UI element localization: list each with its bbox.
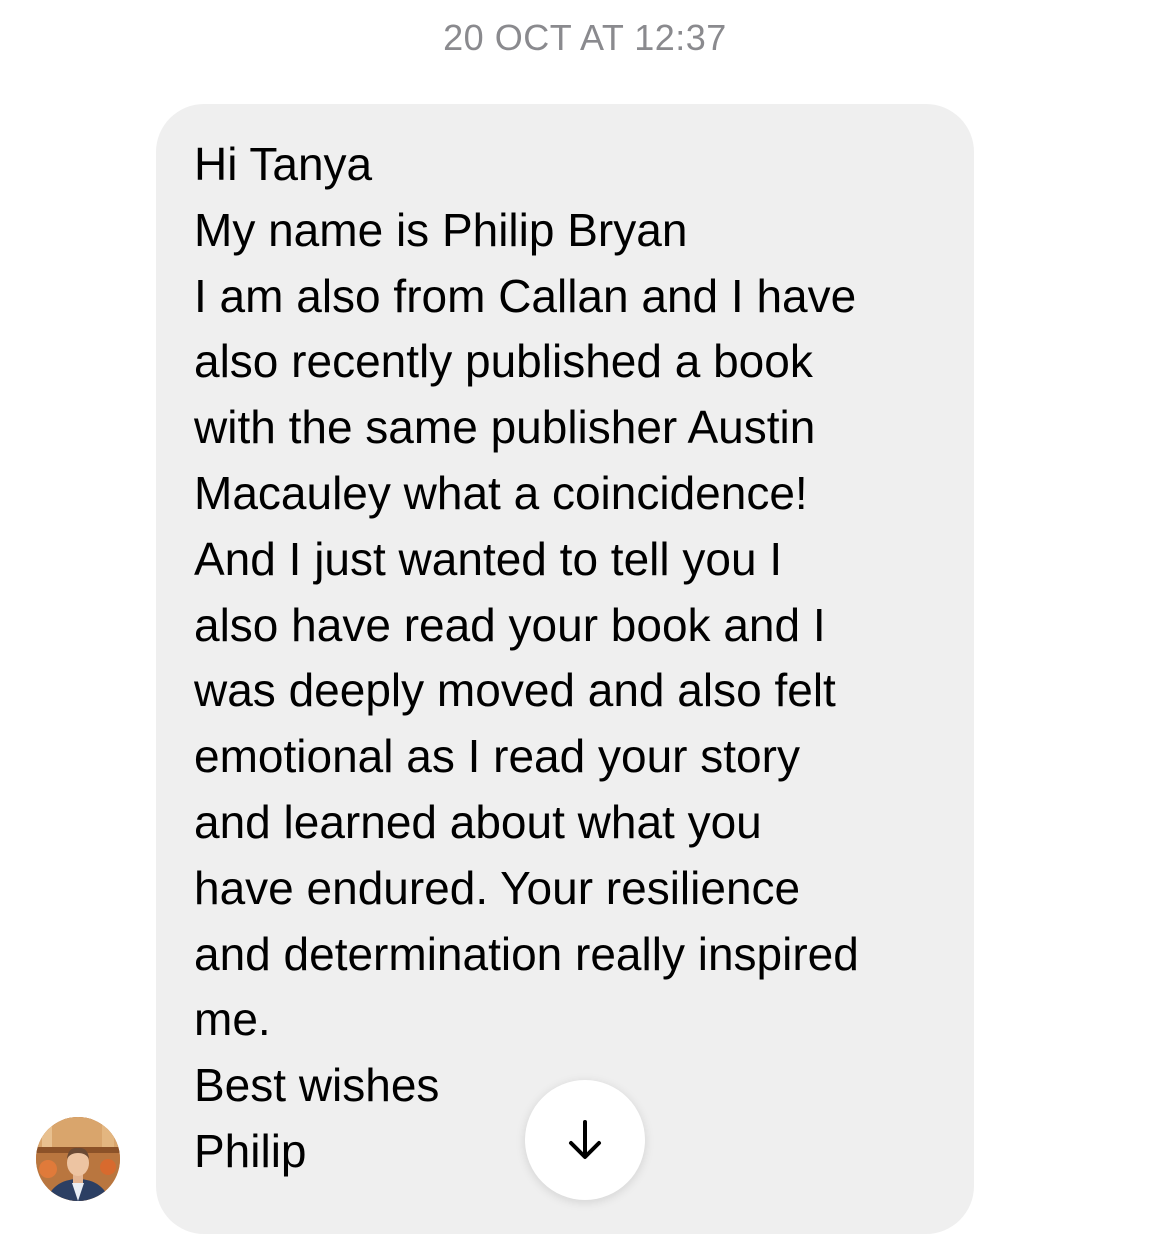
- message-line: and learned about what you: [194, 795, 762, 848]
- message-line: Hi Tanya: [194, 138, 373, 190]
- sender-avatar[interactable]: [36, 1117, 120, 1201]
- message-line: also have read your book and I: [194, 598, 826, 651]
- message-line: and determination really inspired: [194, 927, 859, 980]
- avatar-photo: [36, 1117, 120, 1201]
- message-timestamp: 20 OCT AT 12:37: [443, 17, 727, 58]
- message-line: also recently published a book: [194, 335, 813, 388]
- message-line: me.: [194, 993, 271, 1046]
- scroll-to-bottom-button[interactable]: [525, 1080, 645, 1200]
- message-line: was deeply moved and also felt: [194, 664, 836, 717]
- message-line: Macauley what a coincidence!: [194, 466, 808, 519]
- message-line: And I just wanted to tell you I: [194, 532, 783, 585]
- arrow-down-icon: [569, 1120, 601, 1159]
- message-bubble[interactable]: Hi Tanya My name is Philip Bryan I am al…: [156, 104, 974, 1234]
- message-line: emotional as I read your story: [194, 730, 800, 783]
- message-line: with the same publisher Austin: [194, 401, 816, 454]
- message-line: I am also from Callan and I have: [194, 269, 857, 322]
- message-line: My name is Philip Bryan: [194, 203, 688, 256]
- message-line: have endured. Your resilience: [194, 861, 801, 914]
